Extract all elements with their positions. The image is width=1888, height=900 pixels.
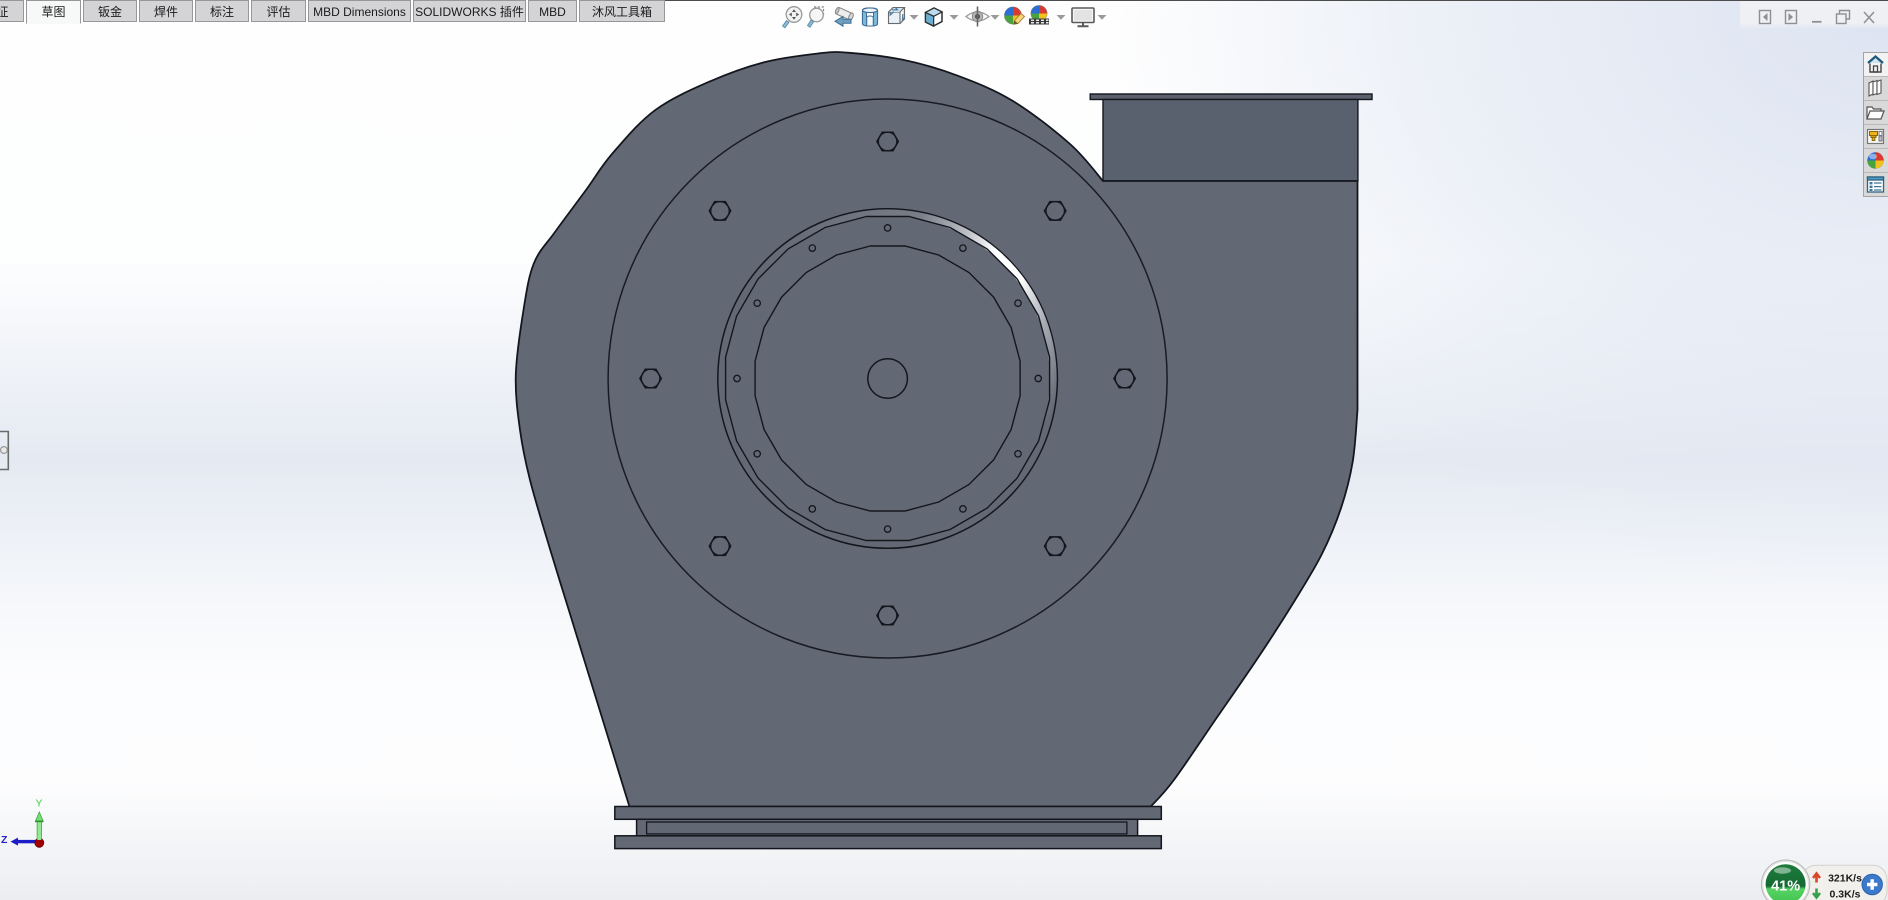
svg-text:Y: Y <box>36 798 43 810</box>
svg-text:41%: 41% <box>1771 879 1800 895</box>
svg-text:Z: Z <box>1 834 8 846</box>
svg-text:0.3K/s: 0.3K/s <box>1830 889 1861 900</box>
svg-text:321K/s: 321K/s <box>1828 873 1862 885</box>
